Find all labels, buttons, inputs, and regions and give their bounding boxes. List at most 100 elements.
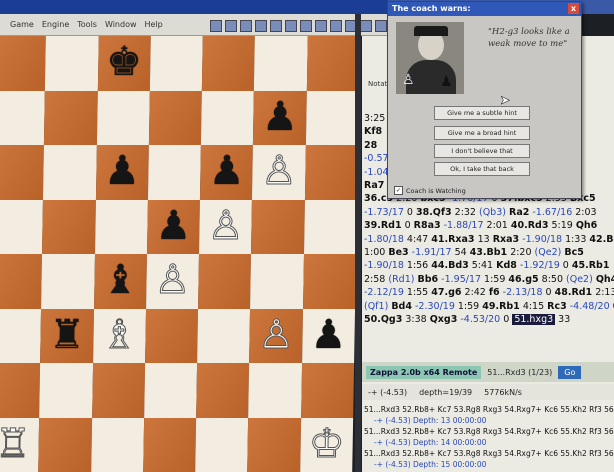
board-square[interactable]: [94, 199, 148, 254]
toolbar-button[interactable]: [270, 20, 282, 32]
board-square[interactable]: ♙: [252, 145, 306, 200]
move-token[interactable]: 40.Rd3: [511, 220, 549, 231]
pane-divider[interactable]: [355, 14, 361, 472]
board-square[interactable]: [41, 254, 95, 309]
move-token[interactable]: Bb6: [417, 274, 438, 285]
black-king[interactable]: ♚: [106, 39, 143, 85]
board-square[interactable]: [0, 36, 47, 91]
move-token[interactable]: 43.Bb1: [470, 247, 507, 258]
board-square[interactable]: [248, 363, 302, 418]
board-square[interactable]: [0, 145, 45, 200]
white-rook[interactable]: ♖: [0, 420, 32, 467]
board-square[interactable]: [45, 36, 99, 91]
toolbar-button[interactable]: [315, 20, 327, 32]
move-row[interactable]: (Qf1) Bd4 -2.30/19 1:59 49.Rb1 4:15 Rc3 …: [364, 300, 614, 313]
toolbar-button[interactable]: [375, 20, 387, 32]
board-square[interactable]: [201, 90, 255, 145]
toolbar-button[interactable]: [330, 20, 342, 32]
board-square[interactable]: [43, 145, 97, 200]
toolbar-button[interactable]: [225, 20, 237, 32]
move-token[interactable]: 39.Rd1: [364, 220, 402, 231]
move-token[interactable]: Qh6: [576, 220, 597, 231]
board-square[interactable]: [44, 90, 98, 145]
move-row[interactable]: -1.73/17 0 38.Qf3 2:32 (Qb3) Ra2 -1.67/1…: [364, 206, 614, 219]
disbelieve-button[interactable]: I don't believe that: [434, 144, 530, 158]
black-pawn[interactable]: ♟: [208, 148, 245, 194]
board-square[interactable]: [202, 36, 256, 91]
toolbar-button[interactable]: [240, 20, 252, 32]
move-token[interactable]: 49.Rb1: [482, 301, 520, 312]
board-square[interactable]: ♟: [253, 90, 307, 145]
move-token[interactable]: Ra2: [509, 207, 529, 218]
board-square[interactable]: [305, 90, 359, 145]
move-row[interactable]: -1.80/18 4:47 41.Rxa3 13 Rxa3 -1.90/18 1…: [364, 233, 614, 246]
board-square[interactable]: ♙: [199, 199, 253, 254]
move-token[interactable]: R8a3: [414, 220, 441, 231]
board-square[interactable]: [0, 199, 44, 254]
move-row[interactable]: 50.Qg3 3:38 Qxg3 -4.53/20 0 51.hxg3 33: [364, 313, 614, 326]
move-token[interactable]: Bd4: [391, 301, 412, 312]
board-square[interactable]: ♟: [301, 308, 356, 363]
move-row[interactable]: 1:00 Be3 -1.91/17 54 43.Bb1 2:20 (Qe2) B…: [364, 246, 614, 259]
move-token[interactable]: 51.hxg3: [512, 314, 556, 326]
board-square[interactable]: [148, 90, 203, 145]
board-square[interactable]: ♙: [249, 308, 303, 363]
move-token[interactable]: 47.g6: [431, 287, 461, 298]
move-row[interactable]: -1.90/18 1:56 44.Bd3 5:41 Kd8 -1.92/19 0…: [364, 259, 614, 272]
move-token[interactable]: Rc3: [547, 301, 567, 312]
broad-hint-button[interactable]: Give me a broad hint: [434, 126, 530, 140]
board-square[interactable]: [304, 145, 358, 200]
board-square[interactable]: [90, 417, 145, 472]
white-king[interactable]: ♔: [308, 420, 346, 467]
board-square[interactable]: [0, 363, 41, 418]
board-square[interactable]: ♙: [145, 254, 200, 309]
chess-board[interactable]: ♚ ♟ ♟ ♟ ♙ ♟ ♙ ♝ ♙ ♜ ♗ ♙ ♟ ♖ ♔: [0, 36, 360, 472]
board-square[interactable]: [39, 363, 93, 418]
board-square[interactable]: [144, 363, 198, 418]
board-square[interactable]: [0, 308, 42, 363]
move-token[interactable]: 42.Bd3: [589, 234, 614, 245]
white-bishop[interactable]: ♗: [100, 311, 138, 358]
move-token[interactable]: 41.Rxa3: [431, 234, 474, 245]
white-pawn[interactable]: ♙: [207, 202, 245, 249]
move-token[interactable]: Kd8: [496, 260, 517, 271]
board-square[interactable]: [254, 36, 308, 91]
move-token[interactable]: 38.Qf3: [416, 207, 452, 218]
move-row[interactable]: -2.12/19 1:55 47.g6 2:42 f6 -2.13/18 0 4…: [364, 286, 614, 299]
board-square[interactable]: [147, 145, 202, 200]
subtle-hint-button[interactable]: Give me a subtle hint: [434, 106, 530, 120]
menu-item-game[interactable]: Game: [10, 20, 34, 29]
white-pawn[interactable]: ♙: [154, 257, 192, 304]
move-token[interactable]: Rxa3: [493, 234, 519, 245]
board-square[interactable]: [149, 36, 203, 91]
board-square[interactable]: ♟: [146, 199, 201, 254]
board-square[interactable]: [196, 363, 250, 418]
board-square[interactable]: ♟: [200, 145, 254, 200]
move-token[interactable]: f6: [489, 287, 500, 298]
board-square[interactable]: [96, 90, 150, 145]
move-token[interactable]: 45.Rb1: [572, 260, 610, 271]
move-token[interactable]: Be3: [388, 247, 408, 258]
move-token[interactable]: 48.Rd1: [555, 287, 593, 298]
board-square[interactable]: [197, 308, 251, 363]
toolbar-button[interactable]: [300, 20, 312, 32]
board-square[interactable]: [198, 254, 252, 309]
menu-item-tools[interactable]: Tools: [77, 20, 97, 29]
black-bishop[interactable]: ♝: [102, 257, 139, 303]
move-token[interactable]: Bc5: [564, 247, 583, 258]
board-square[interactable]: ♜: [40, 308, 94, 363]
board-square[interactable]: [302, 254, 357, 309]
board-square[interactable]: [306, 36, 360, 91]
board-square[interactable]: ♔: [299, 417, 354, 472]
engine-name[interactable]: Zappa 2.0b x64 Remote: [366, 365, 482, 379]
toolbar-button[interactable]: [210, 20, 222, 32]
board-square[interactable]: [300, 363, 355, 418]
move-token[interactable]: 28: [364, 140, 377, 151]
white-pawn[interactable]: ♙: [257, 311, 295, 358]
move-token[interactable]: 46.g5: [508, 274, 538, 285]
board-square[interactable]: ♗: [92, 308, 146, 363]
move-row[interactable]: 39.Rd1 0 R8a3 -1.88/17 2:01 40.Rd3 5:19 …: [364, 219, 614, 232]
go-button[interactable]: Go: [558, 365, 582, 379]
coach-dialog-title[interactable]: The coach warns: x: [388, 2, 581, 16]
menu-item-help[interactable]: Help: [145, 20, 163, 29]
